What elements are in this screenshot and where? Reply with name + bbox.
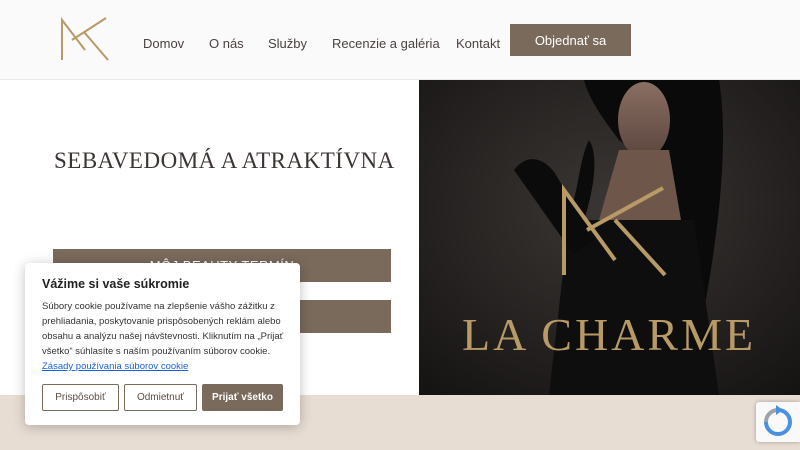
nav-item-domov[interactable]: Domov xyxy=(143,36,184,51)
nav-item-o-nas[interactable]: O nás xyxy=(209,36,244,51)
brand-watermark: LA CHARME xyxy=(462,309,757,360)
cookie-description: Súbory cookie používame na zlepšenie váš… xyxy=(42,301,284,357)
recaptcha-icon xyxy=(764,405,792,436)
accept-all-button[interactable]: Prijať všetko xyxy=(202,384,283,411)
hero-image: LA CHARME xyxy=(419,80,800,395)
customize-button[interactable]: Prispôsobiť xyxy=(42,384,119,411)
reject-button[interactable]: Odmietnuť xyxy=(124,384,197,411)
cookie-text: Súbory cookie používame na zlepšenie váš… xyxy=(42,299,287,374)
site-header: Domov O nás Služby Recenzie a galéria Ko… xyxy=(0,0,800,80)
cookie-title: Vážime si vaše súkromie xyxy=(42,277,190,291)
cookie-policy-link[interactable]: Zásady používania súborov cookie xyxy=(42,361,188,372)
nav-item-sluzby[interactable]: Služby xyxy=(268,36,307,51)
nav-item-recenzie[interactable]: Recenzie a galéria xyxy=(332,36,440,51)
cookie-banner: Vážime si vaše súkromie Súbory cookie po… xyxy=(25,263,300,425)
logo-icon[interactable] xyxy=(58,16,112,62)
recaptcha-badge[interactable] xyxy=(756,402,800,442)
hero-title: SEBAVEDOMÁ A ATRAKTÍVNA xyxy=(54,148,395,173)
order-button[interactable]: Objednať sa xyxy=(510,24,631,56)
nav-item-kontakt[interactable]: Kontakt xyxy=(456,36,500,51)
